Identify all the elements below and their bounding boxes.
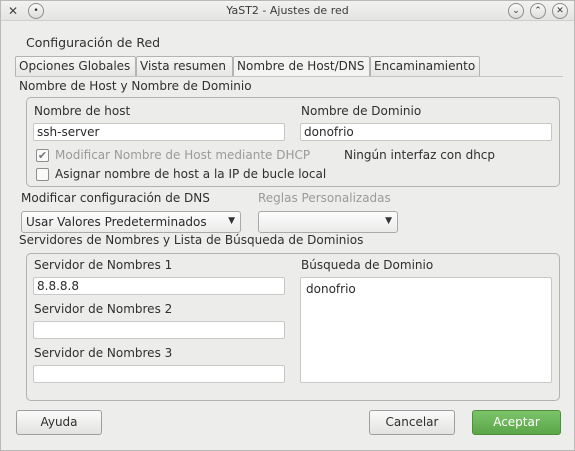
tab-divider [15, 76, 563, 77]
dhcp-checkbox[interactable]: ✔ [36, 149, 49, 162]
domain-search-field[interactable]: donofrio [300, 277, 552, 383]
tab-opciones-globales[interactable]: Opciones Globales [15, 56, 136, 76]
domain-label: Nombre de Dominio [301, 104, 422, 118]
help-button[interactable]: Ayuda [16, 410, 102, 435]
loopback-checkbox-label: Asignar nombre de host a la IP de bucle … [55, 167, 327, 181]
tab-nombre-host-dns[interactable]: Nombre de Host/DNS [233, 56, 370, 76]
chevron-down-icon: ▼ [385, 216, 392, 226]
host-section-title: Nombre de Host y Nombre de Dominio [19, 79, 252, 93]
tab-label: Nombre de Host/DNS [237, 59, 365, 73]
tab-vista-resumen[interactable]: Vista resumen [136, 56, 233, 76]
minimize-icon[interactable]: ⌄ [508, 3, 524, 19]
dhcp-checkbox-label: Modificar Nombre de Host mediante DHCP [55, 148, 311, 162]
ns2-label: Servidor de Nombres 2 [34, 302, 173, 316]
dns-config-selected: Usar Valores Predeterminados [26, 215, 207, 229]
title-bar: ✕ • YaST2 - Ajustes de red ⌄ ⌃ ✕ [1, 1, 574, 21]
hostname-label: Nombre de host [34, 104, 131, 118]
ns3-field[interactable] [33, 365, 285, 383]
tab-label: Vista resumen [140, 59, 226, 73]
ns3-label: Servidor de Nombres 3 [34, 346, 173, 360]
domain-search-label: Búsqueda de Dominio [301, 258, 434, 272]
accept-button[interactable]: Aceptar [472, 410, 561, 435]
dns-config-select[interactable]: Usar Valores Predeterminados ▼ [21, 211, 241, 233]
cancel-button[interactable]: Cancelar [369, 410, 455, 435]
close-icon[interactable]: ✕ [552, 3, 568, 19]
loopback-checkbox[interactable] [36, 168, 49, 181]
tab-label: Encaminamiento [374, 59, 476, 73]
hostname-field[interactable]: ssh-server [33, 123, 285, 141]
maximize-icon[interactable]: ⌃ [530, 3, 546, 19]
dns-config-label: Modificar configuración de DNS [21, 191, 210, 205]
tab-encaminamiento[interactable]: Encaminamiento [370, 56, 480, 76]
custom-rules-select[interactable]: ▼ [258, 211, 398, 233]
ns1-label: Servidor de Nombres 1 [34, 258, 173, 272]
tab-label: Opciones Globales [19, 59, 131, 73]
domain-field[interactable]: donofrio [300, 123, 552, 141]
dhcp-status: Ningún interfaz con dhcp [344, 148, 496, 162]
custom-rules-label: Reglas Personalizadas [258, 191, 391, 205]
page-title: Configuración de Red [26, 35, 161, 50]
ns2-field[interactable] [33, 321, 285, 339]
ns1-field[interactable]: 8.8.8.8 [33, 277, 285, 295]
window-title: YaST2 - Ajustes de red [226, 4, 349, 17]
yast-window: ✕ • YaST2 - Ajustes de red ⌄ ⌃ ✕ Configu… [0, 0, 575, 451]
servers-section-title: Servidores de Nombres y Lista de Búsqued… [19, 233, 364, 247]
chevron-down-icon: ▼ [228, 216, 235, 226]
